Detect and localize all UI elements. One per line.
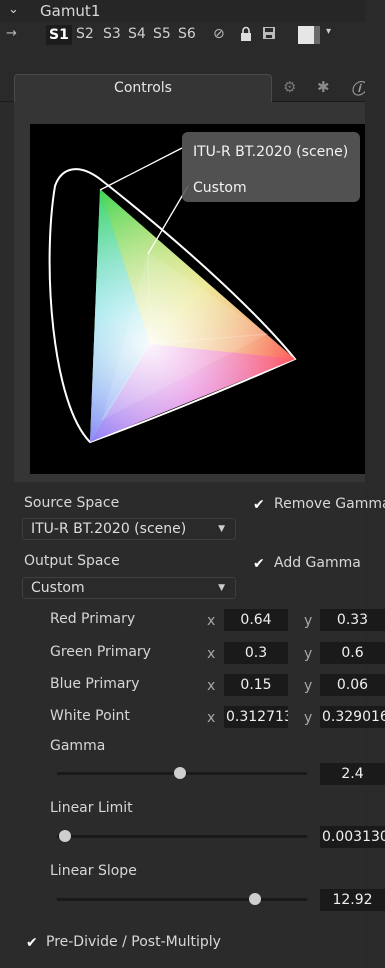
right-scroll-margin bbox=[365, 0, 385, 968]
slot-s5[interactable]: S5 bbox=[153, 26, 171, 42]
add-gamma-label: Add Gamma bbox=[274, 555, 361, 571]
slot-s3[interactable]: S3 bbox=[103, 26, 121, 42]
node-title-bar: ⌄ Gamut1 bbox=[0, 0, 385, 22]
cie-chromaticity-diagram: ITU-R BT.2020 (scene) Custom bbox=[30, 124, 375, 474]
green-primary-y-field[interactable]: 0.6 bbox=[320, 642, 385, 664]
blue-primary-label: Blue Primary bbox=[50, 676, 140, 692]
gear-icon[interactable]: ✱ bbox=[317, 78, 330, 96]
remove-gamma-checkbox[interactable]: ✔ bbox=[253, 498, 268, 513]
tab-controls[interactable]: Controls bbox=[14, 74, 272, 102]
green-primary-x-label: x bbox=[207, 646, 216, 662]
add-gamma-checkbox[interactable]: ✔ bbox=[253, 557, 268, 572]
gamma-label: Gamma bbox=[50, 738, 106, 754]
white-point-x-field[interactable]: 0.3127135 bbox=[224, 706, 288, 728]
red-primary-y-field[interactable]: 0.33 bbox=[320, 609, 385, 631]
green-primary-y-label: y bbox=[304, 646, 313, 662]
chevron-down-icon: ▼ bbox=[218, 583, 225, 593]
gamma-field[interactable]: 2.4 bbox=[320, 763, 385, 785]
red-primary-y-label: y bbox=[304, 613, 313, 629]
green-primary-label: Green Primary bbox=[50, 644, 151, 660]
settings-gear-icon[interactable]: ⚙ bbox=[283, 78, 296, 96]
save-icon[interactable] bbox=[262, 26, 276, 44]
chevron-down-icon: ▼ bbox=[218, 524, 225, 534]
output-space-value: Custom bbox=[31, 580, 85, 596]
source-space-label: Source Space bbox=[24, 495, 120, 511]
gamma-slider-knob[interactable] bbox=[173, 767, 186, 779]
linear-slope-label: Linear Slope bbox=[50, 863, 137, 879]
inspector-tabs: Controls ⚙ ✱ ⓘ bbox=[0, 48, 385, 102]
pre-divide-checkbox[interactable]: ✔ bbox=[26, 936, 41, 951]
red-primary-label: Red Primary bbox=[50, 611, 136, 627]
pin-icon[interactable]: → bbox=[6, 26, 17, 41]
source-space-value: ITU-R BT.2020 (scene) bbox=[31, 521, 187, 537]
linear-slope-field[interactable]: 12.92 bbox=[320, 889, 385, 911]
slot-s6[interactable]: S6 bbox=[178, 26, 196, 42]
slot-s4[interactable]: S4 bbox=[128, 26, 146, 42]
blue-primary-x-field[interactable]: 0.15 bbox=[224, 674, 288, 696]
legend-custom: Custom bbox=[193, 180, 247, 196]
lock-icon[interactable] bbox=[240, 26, 252, 46]
no-entry-icon[interactable]: ⊘ bbox=[213, 26, 225, 42]
white-point-y-label: y bbox=[304, 710, 313, 726]
blue-primary-y-field[interactable]: 0.06 bbox=[320, 674, 385, 696]
red-primary-x-field[interactable]: 0.64 bbox=[224, 609, 288, 631]
pre-divide-label: Pre-Divide / Post-Multiply bbox=[46, 934, 221, 950]
info-icon[interactable]: ⓘ bbox=[351, 78, 366, 99]
chevron-down-icon[interactable]: ⌄ bbox=[8, 2, 19, 17]
slot-s2[interactable]: S2 bbox=[76, 26, 94, 42]
color-swatch-dark bbox=[314, 26, 320, 44]
swatch-dropdown-icon[interactable]: ▾ bbox=[326, 26, 331, 37]
blue-primary-y-label: y bbox=[304, 678, 313, 694]
white-point-x-label: x bbox=[207, 710, 216, 726]
remove-gamma-label: Remove Gamma bbox=[274, 496, 385, 512]
blue-primary-x-label: x bbox=[207, 678, 216, 694]
linear-slope-slider-knob[interactable] bbox=[248, 893, 261, 905]
output-space-dropdown[interactable]: Custom ▼ bbox=[22, 577, 236, 599]
linear-limit-slider[interactable] bbox=[57, 835, 307, 838]
version-slot-bar: → S1 S2 S3 S4 S5 S6 ⊘ ▾ bbox=[0, 22, 385, 48]
white-point-y-field[interactable]: 0.3290165 bbox=[320, 706, 385, 728]
linear-limit-label: Linear Limit bbox=[50, 800, 133, 816]
linear-limit-slider-knob[interactable] bbox=[58, 830, 71, 842]
legend-bt2020: ITU-R BT.2020 (scene) bbox=[193, 144, 349, 160]
node-title: Gamut1 bbox=[40, 2, 101, 20]
output-space-label: Output Space bbox=[24, 553, 120, 569]
linear-limit-field[interactable]: 0.0031308 bbox=[320, 826, 385, 848]
slot-s1[interactable]: S1 bbox=[46, 25, 72, 45]
white-point-label: White Point bbox=[50, 708, 130, 724]
green-primary-x-field[interactable]: 0.3 bbox=[224, 642, 288, 664]
color-swatch-icon[interactable] bbox=[298, 26, 314, 44]
source-space-dropdown[interactable]: ITU-R BT.2020 (scene) ▼ bbox=[22, 518, 236, 540]
red-primary-x-label: x bbox=[207, 613, 216, 629]
linear-slope-slider[interactable] bbox=[57, 898, 307, 901]
